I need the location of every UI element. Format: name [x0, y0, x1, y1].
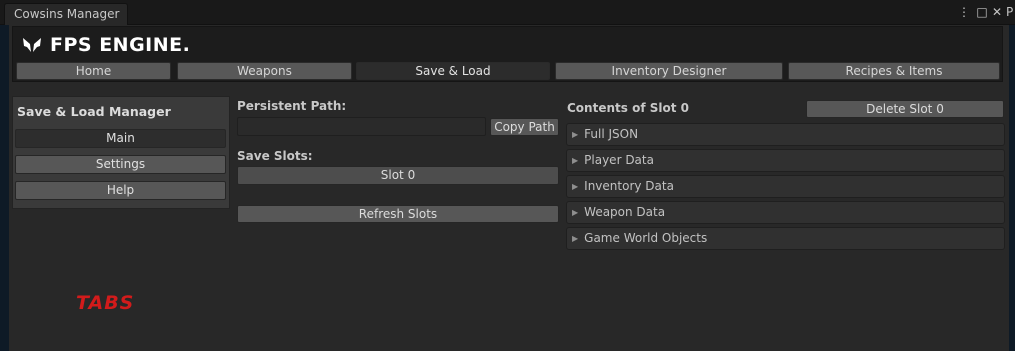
logo-wings-icon — [23, 38, 41, 52]
foldout-full-json[interactable]: ▶ Full JSON — [566, 123, 1005, 146]
foldout-label: Weapon Data — [584, 205, 666, 219]
nav-weapons-button[interactable]: Weapons — [177, 62, 352, 80]
slot-0-button[interactable]: Slot 0 — [237, 166, 559, 185]
settings-button[interactable]: Settings — [15, 155, 226, 174]
foldout-label: Full JSON — [584, 127, 639, 141]
main-button[interactable]: Main — [15, 129, 226, 148]
foldout-inventory-data[interactable]: ▶ Inventory Data — [566, 175, 1005, 198]
foldout-arrow-icon: ▶ — [572, 156, 579, 165]
foldout-arrow-icon: ▶ — [572, 130, 579, 139]
logo: FPS ENGINE. — [22, 33, 190, 57]
more-menu-icon[interactable]: ⋮ — [958, 4, 970, 20]
foldout-arrow-icon: ▶ — [572, 182, 579, 191]
foldout-arrow-icon: ▶ — [572, 208, 579, 217]
nav-save-load-button[interactable]: Save & Load — [356, 62, 550, 80]
foldout-game-world-objects[interactable]: ▶ Game World Objects — [566, 227, 1005, 250]
close-icon[interactable]: ✕ — [991, 4, 1003, 20]
persistent-path-label: Persistent Path: — [237, 99, 347, 113]
refresh-slots-button[interactable]: Refresh Slots — [237, 205, 559, 223]
nav-recipes-items-button[interactable]: Recipes & Items — [788, 62, 1000, 80]
delete-slot-button[interactable]: Delete Slot 0 — [806, 100, 1004, 118]
logo-title: FPS ENGINE. — [50, 34, 191, 56]
nav-home-button[interactable]: Home — [16, 62, 171, 80]
maximize-icon[interactable]: □ — [975, 4, 989, 20]
foldout-player-data[interactable]: ▶ Player Data — [566, 149, 1005, 172]
foldout-label: Player Data — [584, 153, 654, 167]
foldout-weapon-data[interactable]: ▶ Weapon Data — [566, 201, 1005, 224]
save-slots-label: Save Slots: — [237, 149, 313, 163]
window-tab-bar — [0, 0, 1015, 25]
window-tab[interactable]: Cowsins Manager — [4, 3, 128, 25]
foldout-arrow-icon: ▶ — [572, 234, 579, 243]
foldout-label: Game World Objects — [584, 231, 708, 245]
persistent-path-field[interactable] — [237, 117, 486, 136]
slot-contents-title: Contents of Slot 0 — [567, 101, 689, 115]
tabs-annotation-label: TABS — [76, 292, 135, 314]
foldout-label: Inventory Data — [584, 179, 674, 193]
next-window-tab-partial[interactable]: P — [1006, 4, 1015, 20]
copy-path-button[interactable]: Copy Path — [490, 118, 559, 136]
nav-inventory-designer-button[interactable]: Inventory Designer — [555, 62, 783, 80]
left-panel-title: Save & Load Manager — [17, 104, 171, 119]
help-button[interactable]: Help — [15, 181, 226, 200]
